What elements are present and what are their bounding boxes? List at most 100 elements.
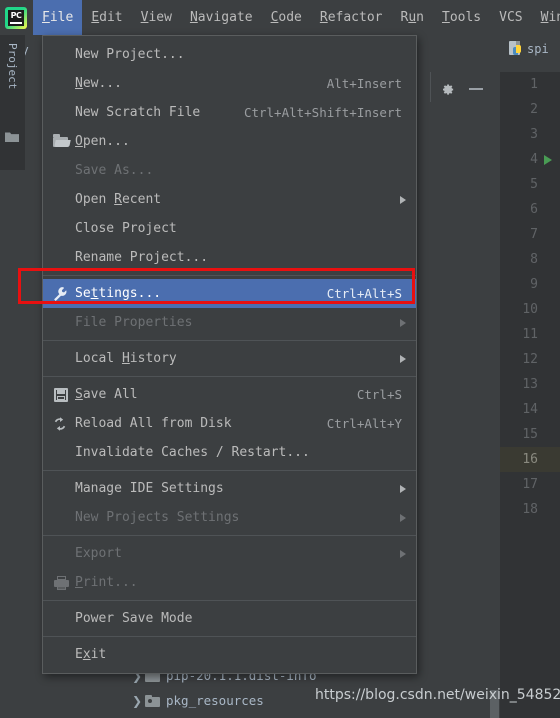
list-item[interactable]: ❯ xyxy=(129,713,166,718)
line-number: 3 xyxy=(530,127,538,142)
gutter-line-2[interactable]: 2 xyxy=(500,97,560,122)
submenu-arrow-icon xyxy=(400,354,406,363)
gutter-line-3[interactable]: 3 xyxy=(500,122,560,147)
gutter-line-14[interactable]: 14 xyxy=(500,397,560,422)
menubar-item-navigate[interactable]: Navigate xyxy=(181,0,262,35)
gear-icon[interactable] xyxy=(440,82,455,97)
menubar-item-vcs[interactable]: VCS xyxy=(490,0,531,35)
pycharm-window: PC File Edit View Navigate Code Refactor Run To… xyxy=(0,0,560,718)
line-number: 1 xyxy=(530,77,538,92)
menu-item-export: Export xyxy=(43,539,416,568)
line-number: 9 xyxy=(530,277,538,292)
gutter-line-12[interactable]: 12 xyxy=(500,347,560,372)
project-tool-label: Project xyxy=(6,43,19,90)
file-menu-dropdown[interactable]: New Project... New... Alt+Insert New Scratc… xyxy=(42,35,417,674)
menubar-item-edit[interactable]: Edit xyxy=(82,0,131,35)
menu-item-close-project[interactable]: Close Project xyxy=(43,214,416,243)
open-folder-icon xyxy=(51,133,73,151)
menu-item-local-history[interactable]: Local History xyxy=(43,344,416,373)
menu-item-icon-none xyxy=(51,191,73,209)
menu-item-settings[interactable]: Settings... Ctrl+Alt+S xyxy=(43,279,416,308)
line-number: 15 xyxy=(522,427,538,442)
menu-separator xyxy=(43,376,416,377)
gutter-line-11[interactable]: 11 xyxy=(500,322,560,347)
menu-item-exit[interactable]: Exit xyxy=(43,640,416,669)
menu-item-shortcut: Ctrl+Alt+Y xyxy=(326,416,402,431)
folder-icon xyxy=(5,127,19,142)
tab-spider-py[interactable]: spi xyxy=(509,41,549,57)
gutter-line-5[interactable]: 5 xyxy=(500,172,560,197)
menu-separator xyxy=(43,470,416,471)
editor-gutter[interactable]: 1 2 3 4 5 6 7 8 9 10 11 12 13 14 15 16 17 18 xyxy=(500,72,560,718)
menu-item-manage-ide-settings[interactable]: Manage IDE Settings xyxy=(43,474,416,503)
menu-item-label: Power Save Mode xyxy=(75,611,193,626)
source-folder-icon xyxy=(145,694,160,707)
menu-item-open-recent[interactable]: Open Recent xyxy=(43,185,416,214)
menu-item-shortcut: Ctrl+Alt+S xyxy=(326,286,402,301)
line-number: 7 xyxy=(530,227,538,242)
gutter-line-17[interactable]: 17 xyxy=(500,472,560,497)
list-item[interactable]: ❯ pkg_resources xyxy=(129,688,264,713)
editor-panel: spi 1 2 3 4 5 6 7 8 9 10 11 12 13 14 15 16 17 18 xyxy=(500,35,560,718)
gutter-line-16[interactable]: 16 xyxy=(500,447,560,472)
pycharm-logo: PC xyxy=(5,6,27,29)
menu-item-label: Local History xyxy=(75,351,177,366)
gutter-line-6[interactable]: 6 xyxy=(500,197,560,222)
save-icon xyxy=(51,386,73,404)
menu-item-label: Print... xyxy=(75,575,138,590)
line-number: 16 xyxy=(522,452,538,467)
menu-item-new-project[interactable]: New Project... xyxy=(43,40,416,69)
line-number: 14 xyxy=(522,402,538,417)
line-number: 11 xyxy=(522,327,538,342)
menu-item-invalidate-caches-restart[interactable]: Invalidate Caches / Restart... xyxy=(43,438,416,467)
gutter-line-13[interactable]: 13 xyxy=(500,372,560,397)
menu-item-power-save-mode[interactable]: Power Save Mode xyxy=(43,604,416,633)
gutter-line-1[interactable]: 1 xyxy=(500,72,560,97)
chevron-right-icon[interactable]: ❯ xyxy=(129,694,145,708)
line-number: 8 xyxy=(530,252,538,267)
menubar-item-run[interactable]: Run xyxy=(392,0,433,35)
menu-item-new-projects-settings: New Projects Settings xyxy=(43,503,416,532)
gutter-line-8[interactable]: 8 xyxy=(500,247,560,272)
gutter-line-18[interactable]: 18 xyxy=(500,497,560,522)
menu-item-label: New Project... xyxy=(75,47,185,62)
menu-item-icon-none xyxy=(51,162,73,180)
menu-item-reload-all-from-disk[interactable]: Reload All from Disk Ctrl+Alt+Y xyxy=(43,409,416,438)
wrench-icon xyxy=(51,285,73,303)
menu-item-rename-project[interactable]: Rename Project... xyxy=(43,243,416,272)
menubar-item-tools[interactable]: Tools xyxy=(433,0,490,35)
menu-item-label: New... xyxy=(75,76,122,91)
menu-item-new-scratch-file[interactable]: New Scratch File Ctrl+Alt+Shift+Insert xyxy=(43,98,416,127)
menu-item-label: New Scratch File xyxy=(75,105,201,120)
menu-item-label: Reload All from Disk xyxy=(75,416,232,431)
menubar-item-view[interactable]: View xyxy=(132,0,181,35)
gutter-line-7[interactable]: 7 xyxy=(500,222,560,247)
menu-item-save-all[interactable]: Save All Ctrl+S xyxy=(43,380,416,409)
menubar-item-code[interactable]: Code xyxy=(262,0,311,35)
menu-item-icon-none xyxy=(51,350,73,368)
menu-item-icon-none xyxy=(51,249,73,267)
line-number: 18 xyxy=(522,502,538,517)
gutter-line-9[interactable]: 9 xyxy=(500,272,560,297)
line-number: 17 xyxy=(522,477,538,492)
menubar-item-wind[interactable]: Wind xyxy=(532,0,560,35)
line-number: 2 xyxy=(530,102,538,117)
gutter-line-15[interactable]: 15 xyxy=(500,422,560,447)
minimize-icon[interactable] xyxy=(469,88,483,90)
menubar-item-refactor[interactable]: Refactor xyxy=(311,0,392,35)
submenu-arrow-icon xyxy=(400,484,406,493)
line-number: 5 xyxy=(530,177,538,192)
menu-item-label: Open Recent xyxy=(75,192,162,207)
line-number: 4 xyxy=(530,152,538,167)
run-marker-icon[interactable] xyxy=(544,154,552,165)
menu-item-new[interactable]: New... Alt+Insert xyxy=(43,69,416,98)
menu-item-label: File Properties xyxy=(75,315,193,330)
sidebar-item-project[interactable]: Project xyxy=(0,35,25,170)
print-icon xyxy=(51,574,73,592)
menu-item-icon-none xyxy=(51,480,73,498)
menu-item-open[interactable]: Open... xyxy=(43,127,416,156)
gutter-line-4[interactable]: 4 xyxy=(500,147,560,172)
menu-item-shortcut: Ctrl+S xyxy=(356,387,402,402)
menubar-item-file[interactable]: File xyxy=(33,0,83,35)
gutter-line-10[interactable]: 10 xyxy=(500,297,560,322)
